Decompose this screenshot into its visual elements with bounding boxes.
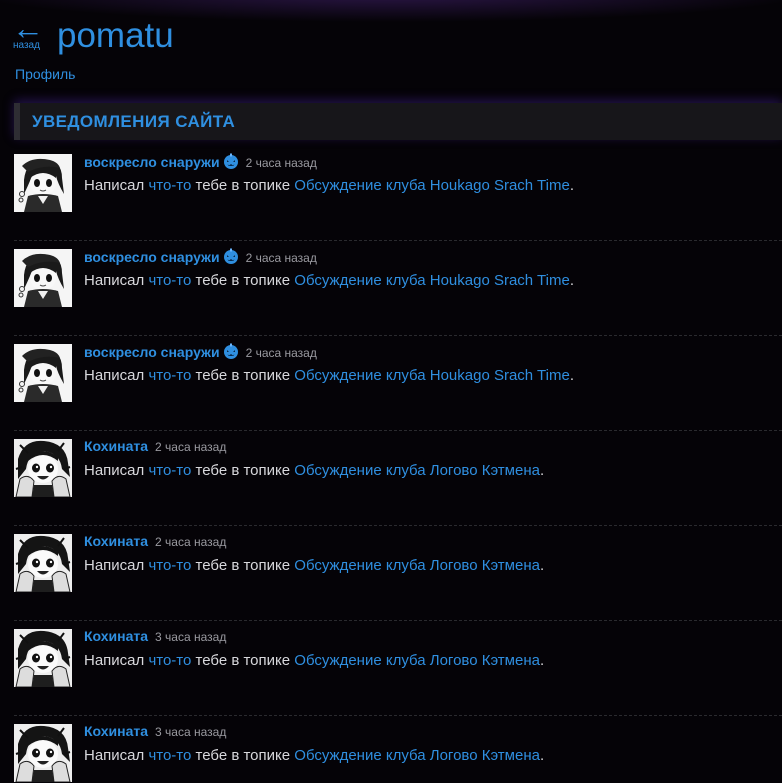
something-link[interactable]: что-то [148,367,191,384]
notification-item: воскресло снаружи 2 часа назад Написал чт… [14,241,782,336]
timestamp: 2 часа назад [245,251,317,265]
page-title: pomatu [57,16,174,55]
something-link[interactable]: что-то [148,557,191,574]
notification-item: Кохината 2 часа назад Написал что-то тебе … [14,526,782,621]
timestamp: 2 часа назад [155,440,227,454]
timestamp: 2 часа назад [155,535,227,549]
text-middle: тебе в топике [195,367,291,384]
notification-text: Написал что-то тебе в топике Обсуждение … [84,177,574,194]
topic-link[interactable]: Обсуждение клуба Houkago Srach Time [294,177,570,194]
notification-header: Кохината 2 часа назад [84,438,226,456]
author-link[interactable]: Кохината [84,628,148,644]
text-before: Написал [84,652,145,669]
topic-link[interactable]: Обсуждение клуба Логово Кэтмена [294,652,540,669]
user-avatar[interactable] [14,154,72,212]
text-middle: тебе в топике [195,272,291,289]
notification-text: Написал что-то тебе в топике Обсуждение … [84,367,574,384]
pumpkin-icon [223,153,239,169]
text-end: . [539,462,545,479]
user-avatar[interactable] [14,249,72,307]
notification-header: воскресло снаружи 2 часа назад [84,153,317,171]
notification-list: воскресло снаружи 2 часа назад Написал чт… [14,146,782,783]
timestamp: 2 часа назад [245,156,317,170]
topic-link[interactable]: Обсуждение клуба Houkago Srach Time [294,272,570,289]
notification-item: Кохината 3 часа назад Написал что-то тебе … [14,621,782,716]
text-before: Написал [84,177,145,194]
user-avatar[interactable] [14,629,72,687]
topic-link[interactable]: Обсуждение клуба Логово Кэтмена [294,462,540,479]
text-end: . [539,652,545,669]
something-link[interactable]: что-то [148,652,191,669]
pumpkin-icon [223,343,239,359]
text-end: . [539,747,545,764]
text-before: Написал [84,367,145,384]
timestamp: 3 часа назад [155,630,227,644]
profile-link[interactable]: Профиль [15,66,75,82]
timestamp: 3 часа назад [155,725,227,739]
author-link[interactable]: Кохината [84,438,148,454]
notification-text: Написал что-то тебе в топике Обсуждение … [84,462,544,479]
section-header: УВЕДОМЛЕНИЯ САЙТА [14,103,782,140]
text-end: . [569,177,574,194]
text-end: . [569,367,574,384]
topic-link[interactable]: Обсуждение клуба Логово Кэтмена [294,557,540,574]
text-middle: тебе в топике [195,652,291,669]
text-middle: тебе в топике [195,462,291,479]
timestamp: 2 часа назад [245,346,317,360]
back-label: назад [13,40,40,51]
text-end: . [569,272,574,289]
something-link[interactable]: что-то [148,747,191,764]
text-middle: тебе в топике [195,747,291,764]
something-link[interactable]: что-то [148,462,191,479]
author-link[interactable]: воскресло снаружи [84,249,220,265]
text-before: Написал [84,747,145,764]
notification-item: Кохината 2 часа назад Написал что-то тебе … [14,431,782,526]
topic-link[interactable]: Обсуждение клуба Houkago Srach Time [294,367,570,384]
text-middle: тебе в топике [195,557,291,574]
notification-item: Кохината 3 часа назад Написал что-то тебе … [14,716,782,783]
notification-text: Написал что-то тебе в топике Обсуждение … [84,272,574,289]
author-link[interactable]: воскресло снаружи [84,154,220,170]
text-end: . [539,557,545,574]
notification-text: Написал что-то тебе в топике Обсуждение … [84,747,544,764]
notification-header: воскресло снаружи 2 часа назад [84,248,317,266]
user-avatar[interactable] [14,724,72,782]
author-link[interactable]: Кохината [84,723,148,739]
something-link[interactable]: что-то [148,272,191,289]
text-middle: тебе в топике [195,177,291,194]
notification-header: Кохината 3 часа назад [84,723,226,741]
notification-header: воскресло снаружи 2 часа назад [84,343,317,361]
text-before: Написал [84,557,145,574]
notification-text: Написал что-то тебе в топике Обсуждение … [84,557,544,574]
notification-item: воскресло снаружи 2 часа назад Написал чт… [14,336,782,431]
author-link[interactable]: воскресло снаружи [84,344,220,360]
user-avatar[interactable] [14,439,72,497]
pumpkin-icon [223,248,239,264]
notification-text: Написал что-то тебе в топике Обсуждение … [84,652,544,669]
notification-header: Кохината 3 часа назад [84,628,226,646]
text-before: Написал [84,272,145,289]
text-before: Написал [84,462,145,479]
notification-item: воскресло снаружи 2 часа назад Написал чт… [14,146,782,241]
back-link[interactable]: ← назад [12,10,48,56]
user-avatar[interactable] [14,534,72,592]
something-link[interactable]: что-то [148,177,191,194]
user-avatar[interactable] [14,344,72,402]
topic-link[interactable]: Обсуждение клуба Логово Кэтмена [294,747,540,764]
notification-header: Кохината 2 часа назад [84,533,226,551]
section-title: УВЕДОМЛЕНИЯ САЙТА [32,112,236,131]
author-link[interactable]: Кохината [84,533,148,549]
